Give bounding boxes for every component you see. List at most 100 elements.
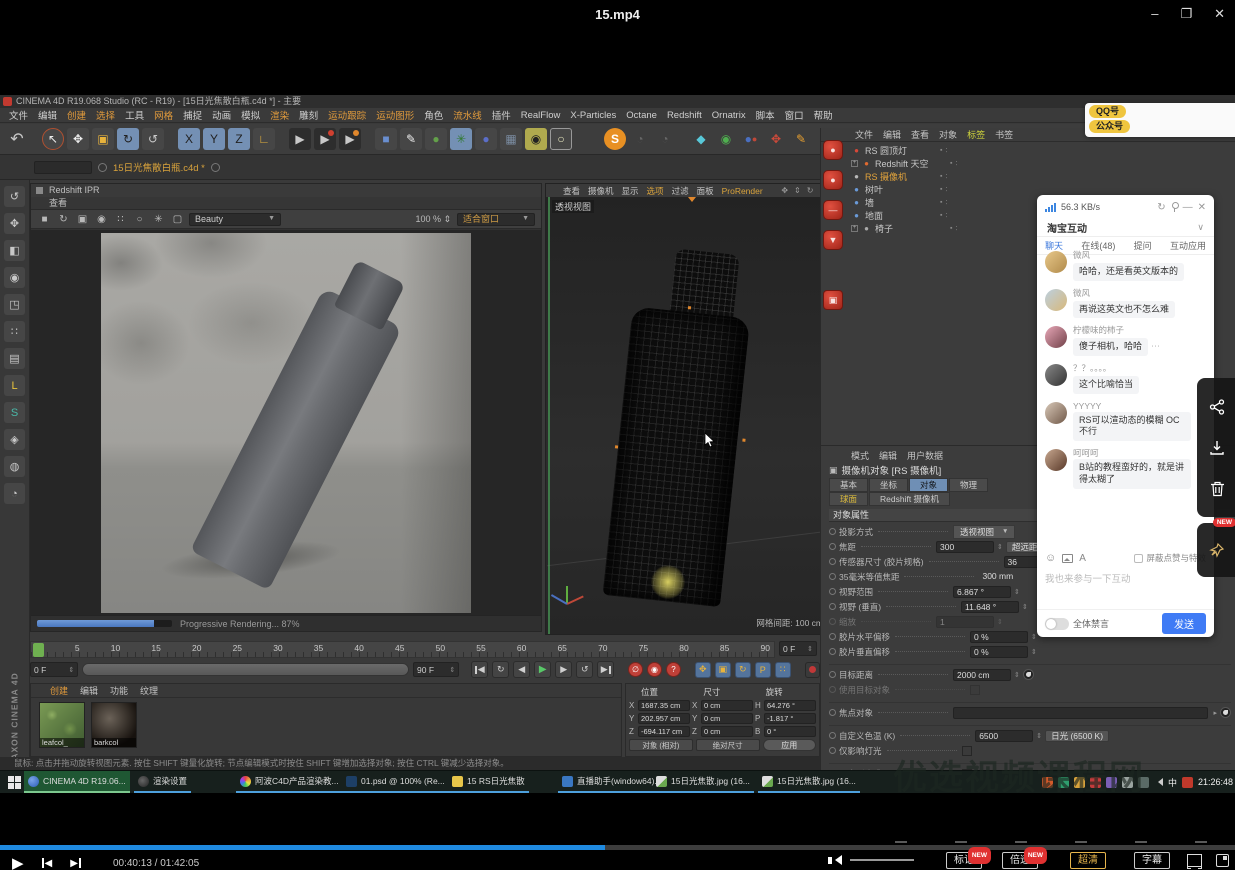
tool-axis-icon[interactable]: ◈ bbox=[4, 429, 25, 450]
trash-icon[interactable] bbox=[1210, 481, 1225, 497]
coord-position-field[interactable]: 1687.35 cm bbox=[638, 700, 690, 711]
menu-item[interactable]: 脚本 bbox=[751, 108, 780, 122]
keyframe-dot-icon[interactable] bbox=[829, 709, 836, 716]
tray-icon-4[interactable] bbox=[1090, 777, 1101, 788]
taskbar-app[interactable]: 01.psd @ 100% (Re... bbox=[342, 771, 449, 793]
tool-edges-icon[interactable]: ▤ bbox=[4, 348, 25, 369]
pin-tool[interactable]: NEW bbox=[1197, 523, 1235, 577]
keyframe-dot-icon[interactable] bbox=[829, 543, 836, 550]
menu-item[interactable]: 渲染 bbox=[265, 108, 294, 122]
ipr-lock-icon[interactable]: ▣ bbox=[75, 214, 90, 225]
rs-target-icon[interactable]: ✥ bbox=[765, 128, 787, 150]
taskbar-app[interactable]: CINEMA 4D R19.06... bbox=[24, 771, 130, 793]
visibility-dots-icon[interactable]: ∶ bbox=[955, 224, 957, 233]
coord-size-dropdown[interactable]: 绝对尺寸 bbox=[696, 739, 760, 751]
key-position-toggle[interactable]: ✥ bbox=[695, 662, 711, 678]
render-settings-icon[interactable]: ▶ bbox=[339, 128, 361, 150]
player-play-icon[interactable]: ▶ bbox=[12, 854, 24, 870]
clock[interactable]: 21:26:48 bbox=[1198, 777, 1233, 787]
record-keyframe-button[interactable]: ∅ bbox=[628, 662, 643, 677]
viewport-menu-item[interactable]: 过滤 bbox=[669, 185, 692, 197]
viewport-menu-item[interactable]: ProRender bbox=[719, 186, 766, 196]
tool-misc-icon[interactable]: ◔ bbox=[4, 483, 25, 504]
goto-end-button[interactable]: ▶ bbox=[597, 661, 614, 678]
tab-pin-icon[interactable] bbox=[98, 163, 107, 172]
layout-dropdown[interactable] bbox=[34, 161, 92, 174]
tray-icon-3[interactable] bbox=[1074, 777, 1085, 788]
attribute-value-field[interactable]: 2000 cm bbox=[953, 669, 1011, 681]
taskbar-app[interactable]: 直播助手(window64)... bbox=[558, 771, 666, 793]
prev-frame-button[interactable]: ◀ bbox=[513, 661, 530, 678]
play-button[interactable]: ▶ bbox=[534, 661, 551, 678]
avatar[interactable] bbox=[1045, 251, 1067, 273]
rs-light-icon-2[interactable]: ● bbox=[823, 170, 843, 190]
viewport-menu-item[interactable]: 查看 bbox=[560, 185, 583, 197]
tab-add-icon[interactable] bbox=[211, 163, 220, 172]
attribute-menu-item[interactable]: 用户数据 bbox=[903, 449, 947, 462]
player-option-button[interactable]: 字幕 NEW bbox=[1134, 852, 1170, 869]
rs-spheres-icon[interactable]: ●● bbox=[740, 128, 762, 150]
keyframe-dot-icon[interactable] bbox=[829, 588, 836, 595]
coord-size-field[interactable]: 0 cm bbox=[701, 726, 753, 737]
rs-spline-icon[interactable]: ✎ bbox=[790, 128, 812, 150]
timeline-range-slider[interactable] bbox=[82, 663, 409, 676]
viewport-menu-item[interactable]: 摄像机 bbox=[585, 185, 617, 197]
goto-start-button[interactable]: ◀ bbox=[471, 661, 488, 678]
viewport-menu-item[interactable]: 显示 bbox=[619, 185, 642, 197]
visibility-dots-icon[interactable]: ∶ bbox=[945, 198, 947, 207]
object-name[interactable]: 椅子 bbox=[875, 222, 947, 235]
windows-start-button[interactable] bbox=[8, 776, 21, 789]
coord-apply-button[interactable]: 应用 bbox=[763, 739, 816, 751]
menu-item[interactable]: 运动图形 bbox=[371, 108, 419, 122]
coord-mode-dropdown[interactable]: 对象 (相对) bbox=[629, 739, 693, 751]
current-frame-spinner[interactable]: 0 F⇕ bbox=[779, 641, 817, 656]
attribute-value-field[interactable]: 300 bbox=[936, 541, 994, 553]
menu-item[interactable]: 雕刻 bbox=[294, 108, 323, 122]
rs-light-icon-4[interactable]: ▼ bbox=[823, 230, 843, 250]
avatar[interactable] bbox=[1045, 289, 1067, 311]
ipr-zoom-level[interactable]: 100 % ⇕ bbox=[415, 214, 451, 225]
material-menu-item[interactable]: 创建 bbox=[45, 684, 73, 697]
viewport-rotate-icon[interactable]: ↻ bbox=[805, 186, 816, 195]
redshift-tray-icon[interactable] bbox=[1182, 777, 1193, 788]
spinner-icon[interactable]: ⇕ bbox=[997, 543, 1003, 551]
attribute-value-field[interactable]: 1 bbox=[936, 616, 994, 628]
attribute-tab[interactable]: 坐标 bbox=[869, 478, 908, 492]
attribute-checkbox[interactable] bbox=[962, 746, 972, 756]
tray-icon-7[interactable] bbox=[1138, 777, 1149, 788]
maximize-button[interactable]: ❐ bbox=[1180, 6, 1192, 22]
player-option-button[interactable]: 倍速 NEW bbox=[1002, 852, 1038, 869]
visibility-dots-icon[interactable]: ∶ bbox=[945, 185, 947, 194]
object-name[interactable]: 地面 bbox=[865, 209, 937, 222]
keyframe-dot-icon[interactable] bbox=[829, 732, 836, 739]
ipr-aov-dropdown[interactable]: Beauty▼ bbox=[189, 213, 281, 226]
viewport-zoom-icon[interactable]: ⇕ bbox=[792, 186, 803, 195]
next-frame-button[interactable]: ▶ bbox=[555, 661, 572, 678]
menu-item[interactable]: 文件 bbox=[4, 108, 33, 122]
menu-item[interactable]: 流水线 bbox=[448, 108, 487, 122]
player-option-button[interactable]: 超清 NEW bbox=[1070, 852, 1106, 869]
spinner-icon[interactable]: ⇕ bbox=[1014, 671, 1020, 679]
keyframe-dot-icon[interactable] bbox=[829, 528, 836, 535]
ipr-fit-dropdown[interactable]: 适合窗口▼ bbox=[457, 213, 535, 226]
material-thumbnail[interactable]: barkcol bbox=[91, 702, 137, 748]
image-upload-icon[interactable] bbox=[1062, 554, 1073, 563]
ipr-snapshot-icon[interactable]: ◉ bbox=[94, 214, 109, 225]
object-row[interactable]: + ● RS 圆顶灯 ▪ ∶ ✓ ▣ ▲▲▲▲▲▲▲▲▲▲▲▲▲ bbox=[851, 144, 1235, 157]
picker-icon[interactable] bbox=[1023, 669, 1034, 680]
coord-size-field[interactable]: 0 cm bbox=[701, 713, 753, 724]
viewport-menu-item[interactable]: 选项 bbox=[644, 185, 667, 197]
attribute-value-field[interactable]: 6.867 ° bbox=[953, 586, 1011, 598]
coord-rotation-field[interactable]: -1.817 ° bbox=[764, 713, 816, 724]
render-picture-viewer-icon[interactable]: ▶ bbox=[314, 128, 336, 150]
coord-position-field[interactable]: -694.117 cm bbox=[638, 726, 690, 737]
next-episode-icon[interactable]: ▶ bbox=[70, 858, 81, 869]
live-selection-icon[interactable]: ↖ bbox=[42, 128, 64, 150]
tool-undo-icon[interactable]: ↺ bbox=[4, 186, 25, 207]
attribute-checkbox[interactable] bbox=[970, 685, 980, 695]
attribute-link-field[interactable] bbox=[953, 707, 1208, 719]
attribute-tab[interactable]: Redshift 摄像机 bbox=[869, 492, 950, 506]
rs-camera-palette-icon[interactable]: ▣ bbox=[823, 290, 843, 310]
coord-rotation-field[interactable]: 64.276 ° bbox=[764, 700, 816, 711]
coord-rotation-field[interactable]: 0 ° bbox=[764, 726, 816, 737]
